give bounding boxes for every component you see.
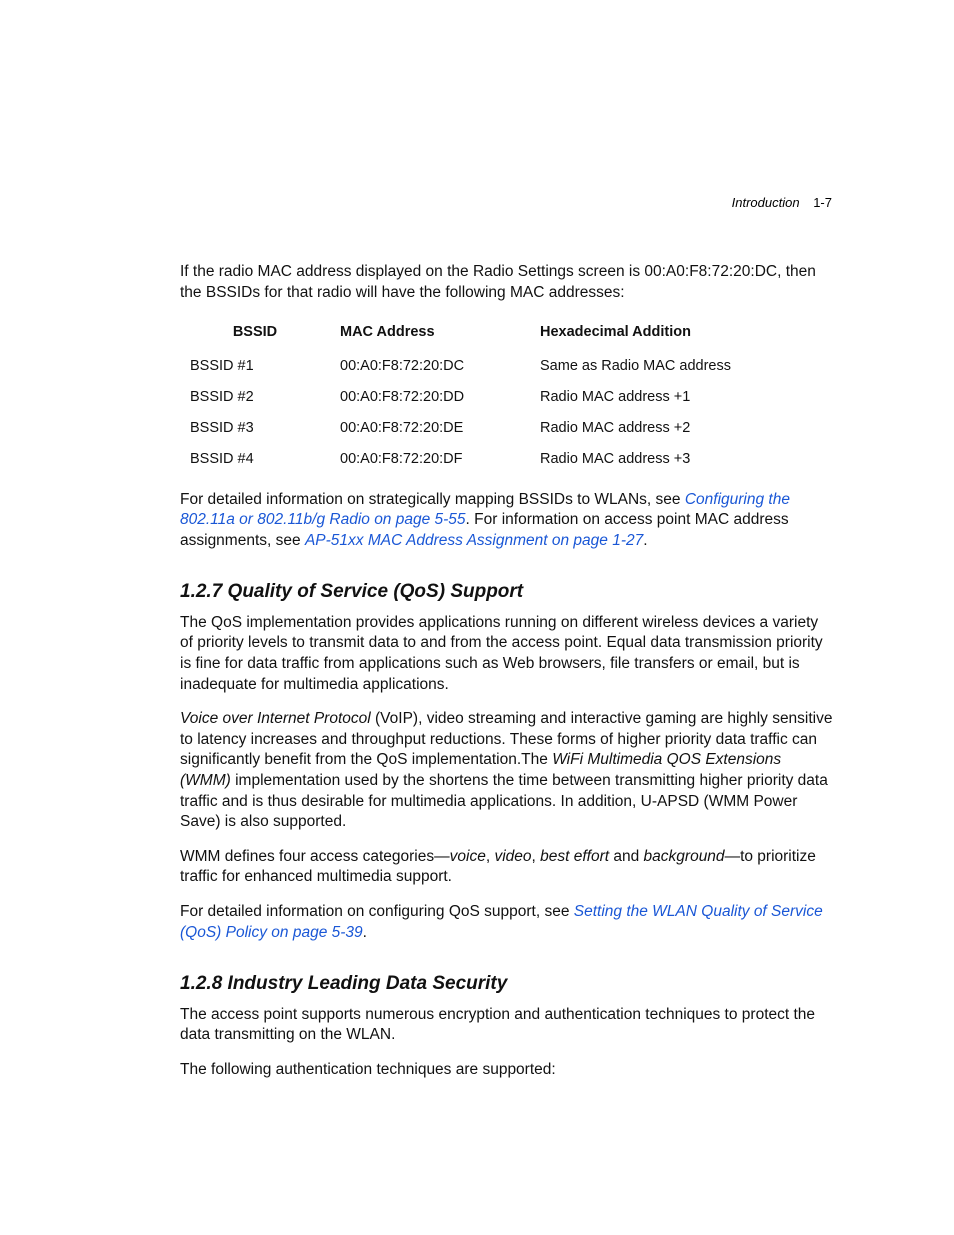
cell-mac: 00:A0:F8:72:20:DE — [330, 413, 530, 444]
text: For detailed information on strategicall… — [180, 491, 685, 508]
text: . — [363, 924, 367, 941]
text: For detailed information on configuring … — [180, 903, 574, 920]
qos-paragraph-2: Voice over Internet Protocol (VoIP), vid… — [180, 709, 834, 833]
bssid-table: BSSID MAC Address Hexadecimal Addition B… — [180, 317, 834, 475]
chapter-name: Introduction — [732, 195, 800, 210]
qos-paragraph-3: WMM defines four access categories—voice… — [180, 847, 834, 888]
em-best-effort: best effort — [540, 848, 609, 865]
cell-bssid: BSSID #1 — [180, 351, 330, 382]
heading-data-security: 1.2.8 Industry Leading Data Security — [180, 971, 834, 996]
table-row: BSSID #2 00:A0:F8:72:20:DD Radio MAC add… — [180, 382, 834, 413]
page: Introduction 1-7 If the radio MAC addres… — [0, 0, 954, 1235]
text: implementation used by the shortens the … — [180, 772, 828, 830]
cell-hex: Radio MAC address +3 — [530, 444, 834, 475]
em-video: video — [494, 848, 531, 865]
qos-paragraph-1: The QoS implementation provides applicat… — [180, 613, 834, 695]
intro-paragraph: If the radio MAC address displayed on th… — [180, 262, 834, 303]
table-row: BSSID #4 00:A0:F8:72:20:DF Radio MAC add… — [180, 444, 834, 475]
security-paragraph-2: The following authentication techniques … — [180, 1060, 834, 1081]
running-header: Introduction 1-7 — [732, 195, 832, 210]
table-header-row: BSSID MAC Address Hexadecimal Addition — [180, 317, 834, 350]
cell-hex: Radio MAC address +1 — [530, 382, 834, 413]
cell-bssid: BSSID #2 — [180, 382, 330, 413]
text: WMM defines four access categories— — [180, 848, 450, 865]
page-number: 1-7 — [813, 195, 832, 210]
qos-paragraph-4: For detailed information on configuring … — [180, 902, 834, 943]
em-voip: Voice over Internet Protocol — [180, 710, 371, 727]
cell-mac: 00:A0:F8:72:20:DC — [330, 351, 530, 382]
cell-bssid: BSSID #4 — [180, 444, 330, 475]
table-row: BSSID #1 00:A0:F8:72:20:DC Same as Radio… — [180, 351, 834, 382]
col-bssid: BSSID — [180, 317, 330, 350]
mapping-paragraph: For detailed information on strategicall… — [180, 490, 834, 552]
text: . — [643, 532, 647, 549]
col-hex: Hexadecimal Addition — [530, 317, 834, 350]
text: , — [532, 848, 541, 865]
em-voice: voice — [450, 848, 486, 865]
col-mac: MAC Address — [330, 317, 530, 350]
cell-hex: Same as Radio MAC address — [530, 351, 834, 382]
cell-mac: 00:A0:F8:72:20:DF — [330, 444, 530, 475]
link-mac-assignment[interactable]: AP-51xx MAC Address Assignment on page 1… — [305, 532, 643, 549]
cell-bssid: BSSID #3 — [180, 413, 330, 444]
security-paragraph-1: The access point supports numerous encry… — [180, 1005, 834, 1046]
heading-qos: 1.2.7 Quality of Service (QoS) Support — [180, 579, 834, 604]
table-row: BSSID #3 00:A0:F8:72:20:DE Radio MAC add… — [180, 413, 834, 444]
cell-hex: Radio MAC address +2 — [530, 413, 834, 444]
em-background: background — [644, 848, 725, 865]
cell-mac: 00:A0:F8:72:20:DD — [330, 382, 530, 413]
text: and — [609, 848, 643, 865]
page-body: If the radio MAC address displayed on th… — [180, 262, 834, 1080]
